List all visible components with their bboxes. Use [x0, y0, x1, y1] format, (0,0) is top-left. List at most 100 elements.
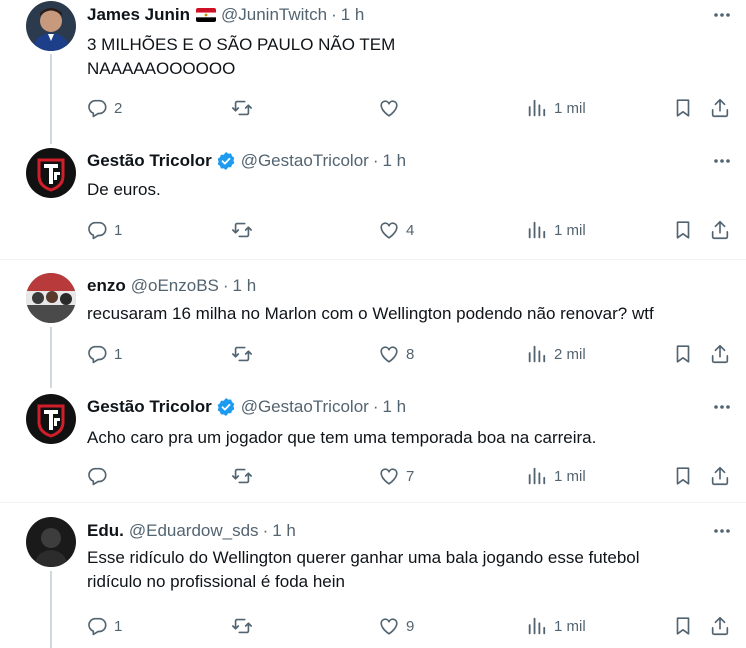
more-options-icon[interactable] — [712, 521, 732, 541]
timestamp[interactable]: 1 h — [382, 151, 406, 171]
tweet-text: Esse ridículo do Wellington querer ganha… — [87, 548, 640, 591]
verified-badge-icon — [216, 397, 236, 417]
bookmark-button[interactable] — [672, 342, 694, 366]
reply-button[interactable] — [86, 464, 114, 488]
tweet-james-junin[interactable]: James Junin @JuninTwitch · 1 h 3 MILHÕES… — [0, 0, 746, 144]
action-bar: 2 1 mil — [0, 96, 746, 120]
views-chart-icon — [528, 99, 546, 117]
author-handle[interactable]: @oEnzoBS — [131, 276, 219, 296]
share-button[interactable] — [709, 342, 731, 366]
timestamp[interactable]: 1 h — [233, 276, 257, 296]
views-chart-icon — [528, 467, 546, 485]
bookmark-icon — [676, 221, 690, 239]
timestamp[interactable]: 1 h — [341, 5, 365, 25]
avatar-edu[interactable] — [26, 517, 76, 567]
views-button[interactable]: 2 mil — [526, 342, 586, 366]
author-handle[interactable]: @Eduardow_sds — [129, 521, 259, 541]
views-count: 1 mil — [554, 221, 586, 239]
heart-icon — [380, 618, 398, 635]
tweet-text: De euros. — [87, 180, 161, 199]
views-button[interactable]: 1 mil — [526, 96, 586, 120]
tweet-edu[interactable]: Edu. @Eduardow_sds · 1 h Esse ridículo d… — [0, 503, 746, 648]
like-button[interactable]: 7 — [378, 464, 414, 488]
retweet-button[interactable] — [231, 218, 259, 242]
more-options-icon[interactable] — [712, 5, 732, 25]
share-icon — [711, 98, 729, 118]
action-bar: 7 1 mil — [0, 464, 746, 488]
author-name[interactable]: enzo — [87, 276, 126, 296]
timestamp[interactable]: 1 h — [272, 521, 296, 541]
like-button[interactable]: 4 — [378, 218, 414, 242]
separator-dot: · — [372, 151, 379, 170]
avatar-gestao-tricolor[interactable] — [26, 394, 76, 444]
timestamp[interactable]: 1 h — [382, 397, 406, 417]
egypt-flag-icon — [196, 8, 216, 22]
retweet-icon — [232, 468, 252, 484]
views-button[interactable]: 1 mil — [526, 614, 586, 638]
more-options-icon[interactable] — [712, 397, 732, 417]
separator-dot: · — [222, 276, 229, 295]
heart-icon — [380, 222, 398, 239]
views-chart-icon — [528, 221, 546, 239]
author-handle[interactable]: @GestaoTricolor — [241, 397, 369, 417]
retweet-button[interactable] — [231, 614, 259, 638]
verified-badge-icon — [216, 151, 236, 171]
separator-dot: · — [372, 397, 379, 416]
reply-count: 1 — [114, 221, 123, 239]
action-bar: 1 4 1 mil — [0, 218, 746, 242]
author-name[interactable]: Gestão Tricolor — [87, 397, 212, 417]
reply-count: 1 — [114, 345, 123, 363]
action-bar: 1 9 1 mil — [0, 614, 746, 638]
reply-button[interactable]: 2 — [86, 96, 122, 120]
like-button[interactable]: 8 — [378, 342, 414, 366]
tweet-header: James Junin @JuninTwitch · 1 h — [87, 3, 364, 27]
tweet-gestao-tricolor[interactable]: Gestão Tricolor @GestaoTricolor · 1 h De… — [0, 138, 746, 259]
author-name[interactable]: James Junin — [87, 5, 190, 25]
author-handle[interactable]: @GestaoTricolor — [241, 151, 369, 171]
author-handle[interactable]: @JuninTwitch — [221, 5, 327, 25]
views-button[interactable]: 1 mil — [526, 464, 586, 488]
share-icon — [711, 616, 729, 636]
tweet-text: Acho caro pra um jogador que tem uma tem… — [87, 428, 597, 447]
retweet-icon — [232, 222, 252, 238]
heart-icon — [380, 346, 398, 363]
reply-button[interactable]: 1 — [86, 218, 122, 242]
tweet-text: 3 MILHÕES E O SÃO PAULO NÃO TEM NAAAAAOO… — [87, 35, 396, 78]
bookmark-button[interactable] — [672, 218, 694, 242]
share-button[interactable] — [709, 218, 731, 242]
tweet-enzo[interactable]: enzo @oEnzoBS · 1 h recusaram 16 milha n… — [0, 260, 746, 388]
retweet-icon — [232, 618, 252, 634]
reply-button[interactable]: 1 — [86, 614, 122, 638]
retweet-button[interactable] — [231, 342, 259, 366]
retweet-button[interactable] — [231, 464, 259, 488]
retweet-button[interactable] — [231, 96, 259, 120]
author-name[interactable]: Edu. — [87, 521, 124, 541]
share-button[interactable] — [709, 464, 731, 488]
bookmark-button[interactable] — [672, 464, 694, 488]
reply-button[interactable]: 1 — [86, 342, 122, 366]
reply-icon — [88, 99, 107, 118]
share-button[interactable] — [709, 96, 731, 120]
like-count: 8 — [406, 345, 415, 363]
views-button[interactable]: 1 mil — [526, 218, 586, 242]
more-options-icon[interactable] — [712, 151, 732, 171]
bookmark-button[interactable] — [672, 614, 694, 638]
tweet-gestao-tricolor-2[interactable]: Gestão Tricolor @GestaoTricolor · 1 h Ac… — [0, 384, 746, 502]
share-button[interactable] — [709, 614, 731, 638]
like-button[interactable] — [378, 96, 406, 120]
action-bar: 1 8 2 mil — [0, 342, 746, 366]
reply-count: 1 — [114, 617, 123, 635]
bookmark-icon — [676, 99, 690, 117]
avatar-james-junin[interactable] — [26, 1, 76, 51]
tweet-header: Gestão Tricolor @GestaoTricolor · 1 h — [87, 149, 406, 173]
bookmark-icon — [676, 617, 690, 635]
reply-icon — [88, 617, 107, 636]
tweet-header: Edu. @Eduardow_sds · 1 h — [87, 519, 296, 543]
tweet-header: Gestão Tricolor @GestaoTricolor · 1 h — [87, 395, 406, 419]
share-icon — [711, 466, 729, 486]
avatar-gestao-tricolor[interactable] — [26, 148, 76, 198]
like-button[interactable]: 9 — [378, 614, 414, 638]
author-name[interactable]: Gestão Tricolor — [87, 151, 212, 171]
avatar-enzo[interactable] — [26, 273, 76, 323]
bookmark-button[interactable] — [672, 96, 694, 120]
